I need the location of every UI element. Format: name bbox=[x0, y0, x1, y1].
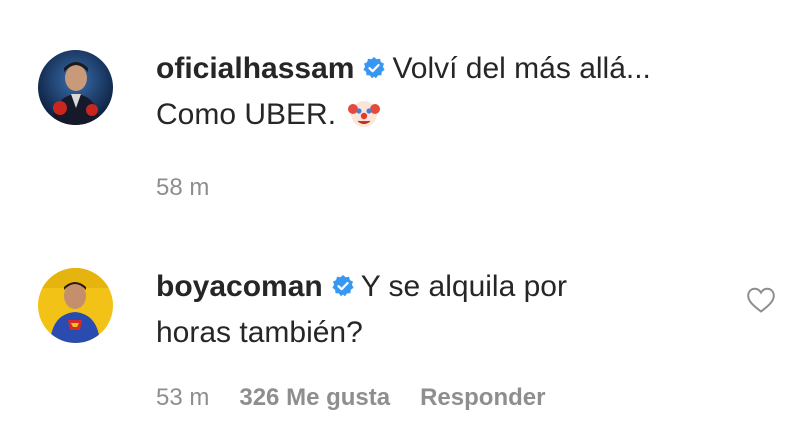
avatar[interactable] bbox=[38, 268, 113, 343]
comment-text-line1: Y se alquila por bbox=[360, 270, 567, 303]
likes-count-button[interactable]: 326 Me gusta bbox=[239, 384, 390, 411]
comment-text-line1: Volví del más allá... bbox=[392, 52, 651, 85]
comment-time[interactable]: 58 m bbox=[156, 174, 209, 201]
comment-time[interactable]: 53 m bbox=[156, 384, 209, 411]
comment-body: oficialhassam Volví del más allá... Como … bbox=[156, 46, 716, 138]
comment-text-line2: Como UBER. bbox=[156, 98, 337, 131]
comment-username[interactable]: oficialhassam bbox=[156, 52, 354, 85]
avatar[interactable] bbox=[38, 50, 113, 125]
clown-emoji-icon bbox=[348, 101, 381, 127]
comment-text-line2: horas también? bbox=[156, 316, 363, 349]
heart-outline-icon[interactable] bbox=[746, 286, 776, 314]
verified-badge-icon bbox=[363, 57, 386, 79]
comment-meta: 58 m bbox=[156, 174, 239, 202]
comment-meta: 53 m 326 Me gusta Responder bbox=[156, 384, 575, 412]
comment-body: boyacoman Y se alquila por horas también? bbox=[156, 264, 716, 356]
verified-badge-icon bbox=[332, 275, 354, 297]
comment-username[interactable]: boyacoman bbox=[156, 270, 323, 303]
reply-button[interactable]: Responder bbox=[420, 384, 545, 411]
